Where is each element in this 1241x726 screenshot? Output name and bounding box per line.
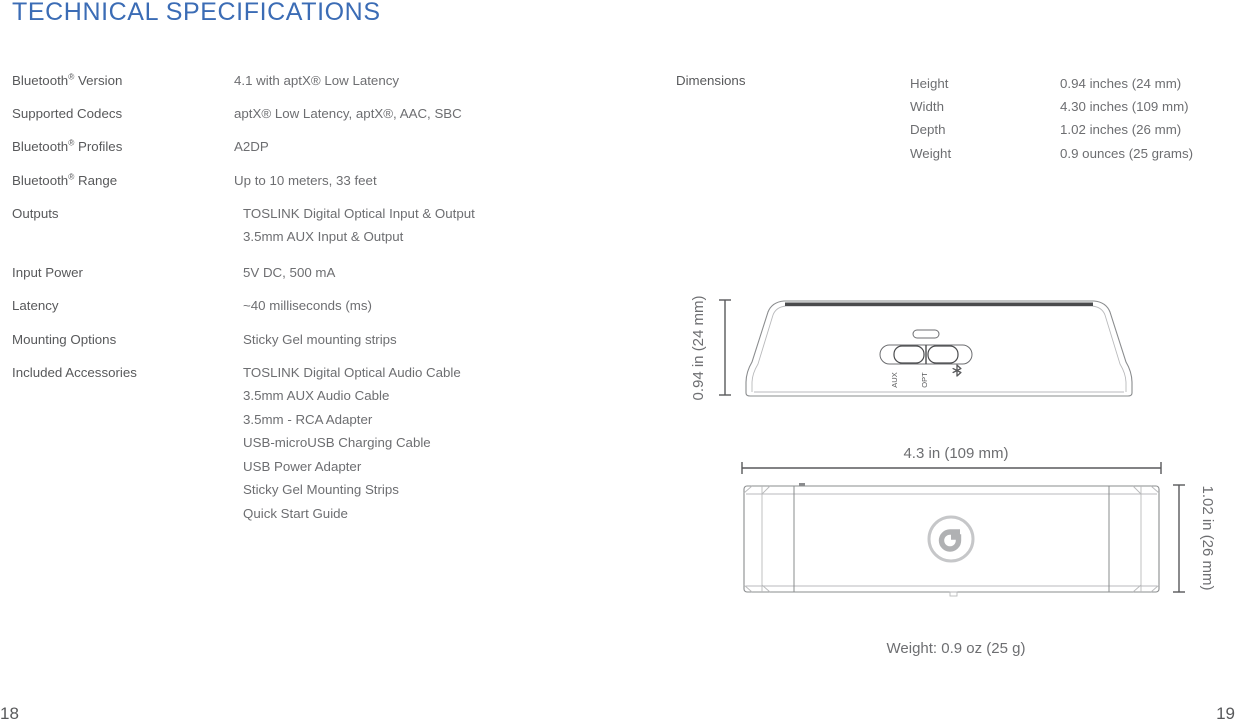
spec-row: Input Power 5V DC, 500 mA [12, 264, 632, 281]
spec-label: Bluetooth® Profiles [12, 137, 123, 155]
page-number-left: 18 [0, 704, 19, 723]
spec-value: TOSLINK Digital Optical Audio Cable [243, 364, 461, 380]
spec-values: Up to 10 meters, 33 feet [234, 172, 632, 189]
device-top-edge-strip [785, 302, 1093, 306]
spec-values: ~40 milliseconds (ms) [234, 297, 632, 314]
spec-label: Supported Codecs [12, 106, 123, 122]
spec-label: Outputs [12, 205, 59, 221]
spec-values: aptX® Low Latency, aptX®, AAC, SBC [234, 105, 632, 122]
top-notch [799, 483, 805, 486]
switch-label-opt: OPT [920, 372, 929, 388]
technical-specifications-table: Bluetooth® Version 4.1 with aptX® Low La… [12, 72, 632, 538]
dimensions-keys: Height Width Depth Weight [910, 72, 1060, 165]
dimensions-table: Dimensions Height Width Depth Weight 0.9… [676, 72, 1241, 165]
dimensions-values: 0.94 inches (24 mm) 4.30 inches (109 mm)… [1060, 72, 1241, 165]
spec-row: Supported Codecs aptX® Low Latency, aptX… [12, 105, 632, 122]
bottom-notch [949, 591, 958, 597]
dimension-value: 4.30 inches (109 mm) [1060, 99, 1189, 115]
switch-label-aux: AUX [890, 372, 899, 387]
spec-value: Sticky Gel Mounting Strips [243, 482, 399, 498]
spec-values: A2DP [234, 138, 632, 155]
dimension-key: Weight [910, 145, 952, 161]
spec-row: Bluetooth® Range Up to 10 meters, 33 fee… [12, 172, 632, 189]
page-title: TECHNICAL SPECIFICATIONS [12, 0, 381, 26]
height-dimension-label: 0.94 in (24 mm) [690, 295, 707, 400]
spec-value: Quick Start Guide [243, 505, 348, 521]
spec-label: Bluetooth® Version [12, 71, 123, 88]
spec-values: 4.1 with aptX® Low Latency [234, 72, 632, 89]
depth-dimension-label: 1.02 in (26 mm) [1199, 485, 1216, 590]
spec-value: Up to 10 meters, 33 feet [234, 172, 377, 188]
spec-value: A2DP [234, 139, 269, 155]
spec-value: 3.5mm AUX Audio Cable [243, 388, 390, 404]
weight-caption: Weight: 0.9 oz (25 g) [886, 640, 1026, 657]
spec-row: Latency ~40 milliseconds (ms) [12, 297, 632, 314]
spec-value: 3.5mm - RCA Adapter [243, 411, 373, 427]
dimensions-grid: Height Width Depth Weight 0.94 inches (2… [910, 72, 1241, 165]
spec-values: TOSLINK Digital Optical Input & Output 3… [234, 205, 632, 246]
product-dimension-drawing: 0.94 in (24 mm) AUX OPT 4.3 in (109 mm) … [690, 295, 1216, 597]
page-number-right: 19 [1216, 704, 1235, 723]
spec-value: 3.5mm AUX Input & Output [243, 229, 404, 245]
spec-value: ~40 milliseconds (ms) [243, 298, 372, 314]
dimension-value: 0.9 ounces (25 grams) [1060, 145, 1194, 161]
dimension-key: Depth [910, 122, 946, 138]
spec-row: Outputs TOSLINK Digital Optical Input & … [12, 205, 632, 246]
height-dimension-line [719, 299, 731, 396]
spec-row: Bluetooth® Profiles A2DP [12, 138, 632, 155]
spec-values: Sticky Gel mounting strips [234, 331, 632, 348]
spec-label: Included Accessories [12, 364, 137, 380]
spec-row: Bluetooth® Version 4.1 with aptX® Low La… [12, 72, 632, 89]
source-mode-switch[interactable] [879, 344, 973, 365]
spec-row: Mounting Options Sticky Gel mounting str… [12, 331, 632, 348]
width-dimension-line [741, 462, 1162, 474]
dimension-key: Width [910, 99, 944, 115]
spec-label: Bluetooth® Range [12, 171, 118, 188]
width-dimension-label: 4.3 in (109 mm) [903, 445, 1008, 462]
dimensions-heading: Dimensions [676, 73, 746, 88]
spec-value: USB-microUSB Charging Cable [243, 435, 431, 451]
spec-row: Included Accessories TOSLINK Digital Opt… [12, 364, 632, 522]
spec-label: Mounting Options [12, 331, 117, 347]
dimension-key: Height [910, 76, 949, 91]
spec-label: Latency [12, 298, 59, 314]
spec-value: Sticky Gel mounting strips [243, 331, 397, 347]
spec-value: aptX® Low Latency, aptX®, AAC, SBC [234, 106, 462, 122]
spec-values: TOSLINK Digital Optical Audio Cable 3.5m… [234, 364, 632, 522]
spec-values: 5V DC, 500 mA [234, 264, 632, 281]
front-elevation-view: 0.94 in (24 mm) AUX OPT [690, 295, 1133, 401]
dimension-value: 0.94 inches (24 mm) [1060, 76, 1182, 91]
product-drawings: 0.94 in (24 mm) AUX OPT 4.3 in (109 mm) … [676, 262, 1236, 682]
spec-value: TOSLINK Digital Optical Input & Output [243, 205, 475, 221]
led-indicator [912, 329, 940, 339]
top-plan-view: 4.3 in (109 mm) 1.02 in (26 mm) [741, 445, 1216, 597]
dimension-value: 1.02 inches (26 mm) [1060, 122, 1182, 138]
spec-value: 5V DC, 500 mA [243, 265, 336, 281]
depth-dimension-line [1173, 484, 1185, 593]
spec-value: USB Power Adapter [243, 458, 362, 474]
spec-label: Input Power [12, 265, 83, 281]
spec-value: 4.1 with aptX® Low Latency [234, 73, 400, 88]
